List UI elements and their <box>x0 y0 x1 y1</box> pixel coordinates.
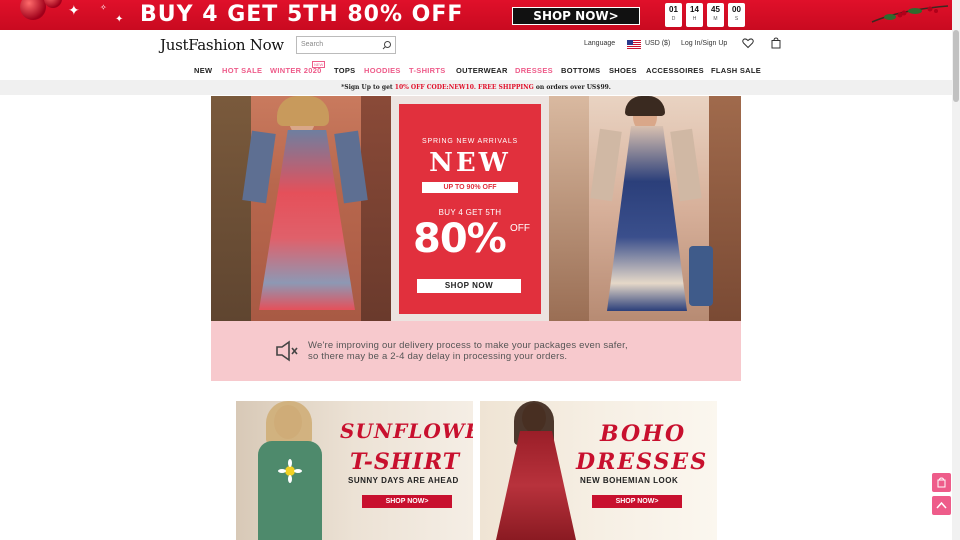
nav-item-hoodies[interactable]: HOODIES <box>364 66 401 75</box>
star-icon: ✦ <box>68 2 80 18</box>
delivery-notice: We're improving our delivery process to … <box>211 321 741 381</box>
category-tile-sunflower-tshirt[interactable]: SUNFLOWER T-SHIRT SUNNY DAYS ARE AHEAD S… <box>236 401 473 540</box>
search-placeholder: Search <box>301 41 324 48</box>
tile-1-subtitle: SUNNY DAYS ARE AHEAD <box>348 476 459 485</box>
search-icon[interactable] <box>382 40 392 50</box>
countdown-minutes: 45 M <box>707 3 724 27</box>
nav-item-flash-sale[interactable]: FLASH SALE <box>711 66 761 75</box>
page: { "promo": { "text": "BUY 4 GET 5TH 80% … <box>0 0 960 540</box>
hero-promo-panel[interactable]: SPRING NEW ARRIVALS NEW UP TO 90% OFF BU… <box>399 104 541 314</box>
winter-new-badge: NEW <box>312 61 326 68</box>
hero-title: NEW <box>429 148 511 178</box>
model-photo <box>254 401 326 540</box>
search-input[interactable]: Search <box>296 36 396 54</box>
tile-1-title-1: SUNFLOWER <box>340 419 473 443</box>
countdown-seconds: 00 S <box>728 3 745 27</box>
star-icon: ✧ <box>100 3 107 12</box>
delivery-line-2: so there may be a 2-4 day delay in proce… <box>308 351 568 362</box>
hero-left-photo <box>211 96 391 321</box>
sunflower-icon <box>278 459 302 483</box>
ornament-icon <box>44 0 62 8</box>
bag-icon <box>937 477 946 488</box>
star-icon: ✦ <box>115 14 124 25</box>
chevron-up-icon <box>936 501 947 509</box>
countdown-days: 01 D <box>665 3 682 27</box>
speaker-icon <box>276 340 298 362</box>
scrollbar-thumb[interactable] <box>953 30 959 102</box>
nav-item-shoes[interactable]: SHOES <box>609 66 637 75</box>
nav-item-new[interactable]: NEW <box>194 66 212 75</box>
ornament-icon <box>20 0 46 20</box>
tile-1-shop-button[interactable]: SHOP NOW> <box>362 495 452 508</box>
cart-bag-icon[interactable] <box>770 37 782 49</box>
hero-off: OFF <box>510 223 530 234</box>
notice-suffix: on orders over US$99. <box>535 84 611 91</box>
nav-item-hot-sale[interactable]: HOT SALE <box>222 66 262 75</box>
promo-shop-button[interactable]: SHOP NOW> <box>512 7 640 25</box>
main-nav: NEW HOT SALE WINTER 2020 TOPS HOODIES T-… <box>0 66 952 80</box>
signup-notice[interactable]: *Sign Up to get 10% OFF CODE:NEW10. FREE… <box>0 80 952 95</box>
hero-shop-button[interactable]: SHOP NOW <box>417 279 521 293</box>
wishlist-heart-icon[interactable] <box>742 37 754 49</box>
us-flag-icon <box>627 40 641 49</box>
currency-selector[interactable]: USD ($) <box>645 40 670 47</box>
hero-upto-badge: UP TO 90% OFF <box>422 182 518 193</box>
tile-2-title-1: BOHO <box>600 421 687 447</box>
hero-right-photo <box>549 96 741 321</box>
tile-2-title-2: DRESSES <box>576 449 709 475</box>
login-signup-link[interactable]: Log In/Sign Up <box>681 40 727 47</box>
category-tile-boho-dresses[interactable]: BOHO DRESSES NEW BOHEMIAN LOOK SHOP NOW> <box>480 401 717 540</box>
hero-percent: 80% <box>413 216 507 262</box>
notice-prefix: *Sign Up to get <box>341 84 393 91</box>
page-scrollbar[interactable] <box>952 0 960 540</box>
site-logo[interactable]: JustFashion Now <box>160 36 284 54</box>
nav-item-dresses[interactable]: DRESSES <box>515 66 553 75</box>
back-to-top-button[interactable] <box>932 496 951 515</box>
notice-offer: 10% OFF CODE:NEW10. FREE SHIPPING <box>394 84 534 91</box>
hero-subtitle: SPRING NEW ARRIVALS <box>422 138 518 145</box>
tile-2-subtitle: NEW BOHEMIAN LOOK <box>580 476 679 485</box>
promo-text: BUY 4 GET 5TH 80% OFF <box>140 2 464 27</box>
tile-2-shop-button[interactable]: SHOP NOW> <box>592 495 682 508</box>
tile-1-title-2: T-SHIRT <box>350 449 461 475</box>
model-photo <box>492 401 578 540</box>
nav-item-tops[interactable]: TOPS <box>334 66 355 75</box>
nav-item-t-shirts[interactable]: T-SHIRTS <box>409 66 446 75</box>
holly-decoration-icon <box>871 5 949 23</box>
nav-item-bottoms[interactable]: BOTTOMS <box>561 66 600 75</box>
delivery-line-1: We're improving our delivery process to … <box>308 340 628 351</box>
delivery-text: We're improving our delivery process to … <box>308 340 628 362</box>
hero-banner[interactable]: SPRING NEW ARRIVALS NEW UP TO 90% OFF BU… <box>211 96 741 321</box>
nav-item-accessoires[interactable]: ACCESSOIRES <box>646 66 704 75</box>
floating-cart-button[interactable] <box>932 473 951 492</box>
nav-item-outerwear[interactable]: OUTERWEAR <box>456 66 508 75</box>
language-selector[interactable]: Language <box>584 40 615 47</box>
promo-banner[interactable]: ✦ ✦ ✧ BUY 4 GET 5TH 80% OFF SHOP NOW> 01… <box>0 0 960 30</box>
countdown-hours: 14 H <box>686 3 703 27</box>
